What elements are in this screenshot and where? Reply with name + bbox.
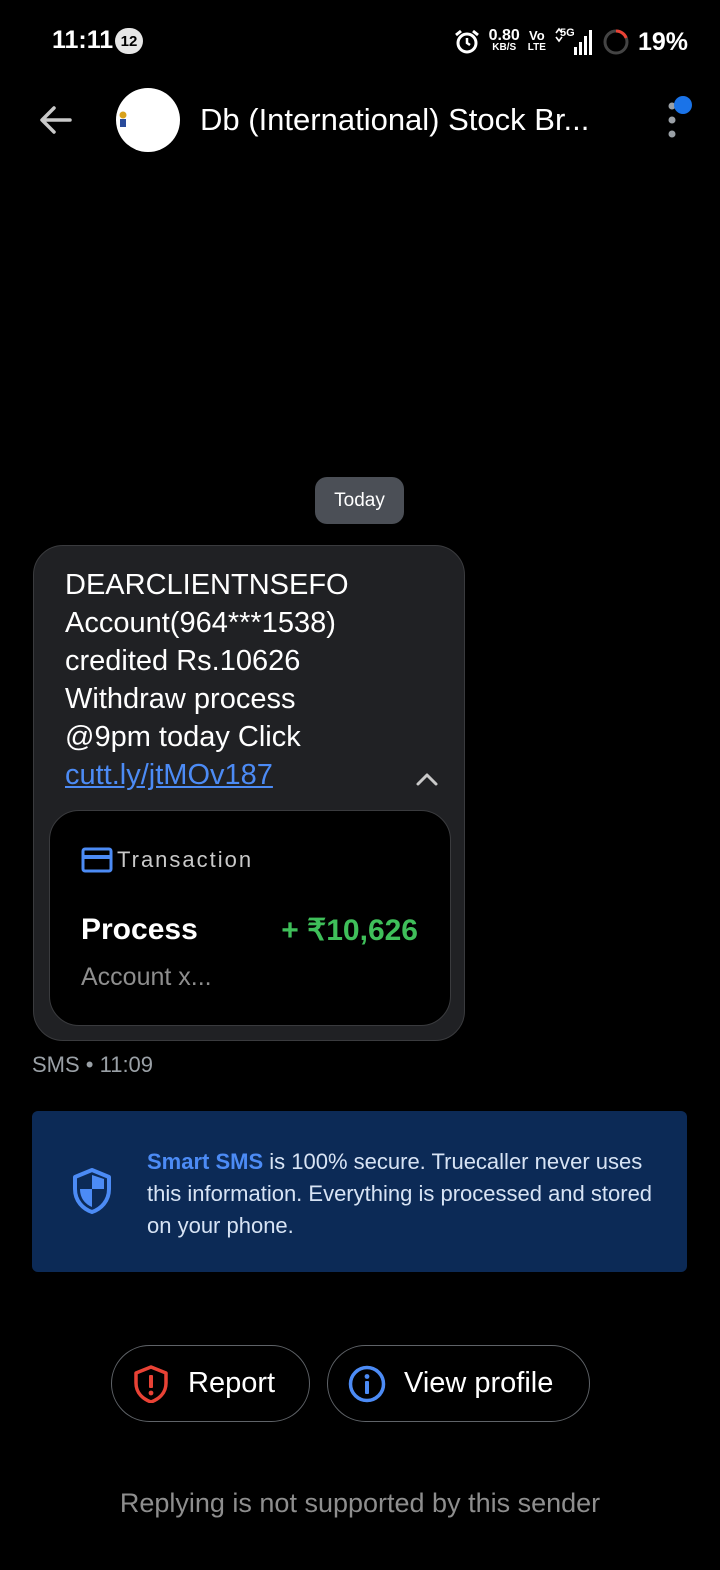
network-speed: 0.80 KB/S — [488, 27, 520, 54]
message-line: Withdraw process — [65, 683, 296, 715]
message-line: @9pm today Click — [65, 721, 301, 753]
more-options-icon[interactable] — [660, 94, 700, 146]
volte-indicator: Vo LTE — [527, 28, 546, 54]
message-body: DEARCLIENTNSEFO Account(964***1538) cred… — [65, 566, 425, 794]
message-line: Account(964***1538) — [65, 607, 336, 639]
view-profile-button[interactable]: View profile — [327, 1345, 590, 1422]
shield-icon — [73, 1168, 111, 1214]
transaction-amount: + ₹10,626 — [281, 914, 418, 947]
report-button[interactable]: Report — [111, 1345, 310, 1422]
network-speed-unit: KB/S — [492, 42, 517, 53]
chevron-up-icon[interactable] — [412, 764, 442, 794]
volte-top: Vo — [529, 28, 545, 43]
transaction-label: Transaction — [117, 847, 254, 872]
transaction-title: Process — [81, 913, 198, 946]
sender-avatar[interactable] — [116, 88, 180, 152]
reply-not-supported-notice: Replying is not supported by this sender — [119, 1488, 601, 1518]
info-icon — [348, 1365, 386, 1402]
date-divider: Today — [315, 477, 404, 524]
message-line: credited Rs.10626 — [65, 645, 301, 677]
smart-sms-banner: Smart SMS is 100% secure. Truecaller nev… — [32, 1111, 687, 1272]
network-speed-value: 0.80 — [488, 27, 520, 44]
banner-text: Smart SMS is 100% secure. Truecaller nev… — [147, 1146, 662, 1242]
battery-percent: 19% — [637, 27, 688, 56]
view-profile-label: View profile — [404, 1367, 554, 1399]
transaction-card[interactable]: Transaction Process + ₹10,626 Account x.… — [49, 810, 451, 1026]
status-icons: 0.80 KB/S Vo LTE 5G 19% — [453, 24, 688, 60]
notification-count-badge: 12 — [115, 28, 143, 54]
credit-card-icon — [81, 847, 113, 873]
conversation-header: Db (International) Stock Br... — [0, 88, 720, 152]
status-time: 11:11 — [52, 26, 114, 54]
signal-icon: 5G — [554, 27, 594, 57]
report-label: Report — [188, 1367, 276, 1399]
status-bar: 11:11 12 0.80 KB/S Vo LTE 5G 19% — [0, 24, 720, 60]
message-line: DEARCLIENTNSEFO — [65, 569, 349, 601]
battery-ring-icon — [603, 29, 629, 55]
alarm-icon — [454, 29, 479, 54]
message-link[interactable]: cutt.ly/jtMOv187 — [65, 759, 273, 791]
transaction-account: Account x... — [81, 963, 212, 991]
message-meta: SMS • 11:09 — [32, 1052, 154, 1077]
back-arrow-icon[interactable] — [36, 100, 76, 140]
sender-logo — [119, 111, 127, 127]
message-bubble[interactable]: DEARCLIENTNSEFO Account(964***1538) cred… — [33, 545, 465, 1041]
banner-highlight: Smart SMS — [147, 1149, 264, 1174]
volte-bottom: LTE — [527, 42, 546, 53]
report-shield-icon — [134, 1364, 168, 1403]
sender-title: Db (International) Stock Br... — [200, 102, 590, 137]
